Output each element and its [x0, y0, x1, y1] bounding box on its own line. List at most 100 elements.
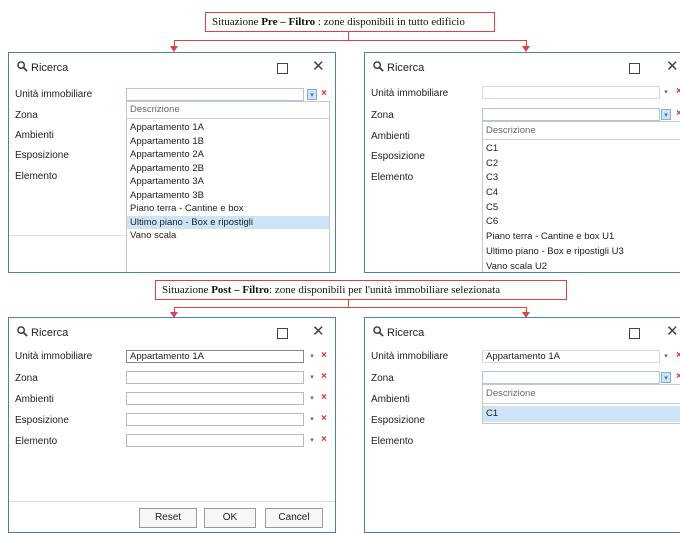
- search-icon: [17, 326, 28, 337]
- field-label-ambienti: Ambienti: [15, 130, 54, 141]
- list-item[interactable]: Appartamento 3A: [127, 175, 329, 189]
- field-label-ambienti: Ambienti: [15, 394, 54, 405]
- close-button[interactable]: ✕: [666, 58, 679, 76]
- field-label-esposizione: Esposizione: [371, 151, 425, 162]
- clear-icon[interactable]: ×: [321, 434, 327, 446]
- field-label-elemento: Elemento: [371, 172, 414, 183]
- field-label-esposizione: Esposizione: [15, 150, 69, 161]
- chevron-down-icon[interactable]: ▾: [661, 87, 671, 98]
- clear-icon[interactable]: ×: [676, 350, 680, 362]
- list-item[interactable]: Appartamento 3B: [127, 189, 329, 203]
- list-item[interactable]: Vano scala: [127, 229, 329, 243]
- caption-bold: Post – Filtro: [211, 284, 270, 296]
- caption-suffix: : zone disponibili in tutto edificio: [315, 16, 465, 28]
- clear-icon[interactable]: ×: [321, 88, 327, 100]
- list-item[interactable]: C6: [483, 215, 680, 230]
- dialog-title: Ricerca: [387, 62, 425, 74]
- dialog-title: Ricerca: [31, 62, 69, 74]
- maximize-button[interactable]: [629, 328, 640, 339]
- field-label-elemento: Elemento: [15, 171, 58, 182]
- zona-dropdown-list: Descrizione C1 C2 C3 C4 C5 C6 Piano terr…: [482, 121, 680, 273]
- chevron-down-icon[interactable]: ▾: [307, 393, 317, 404]
- ok-button[interactable]: OK: [204, 508, 256, 528]
- clear-icon[interactable]: ×: [321, 371, 327, 383]
- field-label-unita: Unità immobiliare: [371, 351, 449, 362]
- reset-button[interactable]: Reset: [139, 508, 197, 528]
- list-item[interactable]: Piano terra - Cantine e box U1: [483, 230, 680, 245]
- list-item-selected[interactable]: Ultimo piano - Box e ripostigli: [127, 215, 329, 229]
- field-label-elemento: Elemento: [371, 436, 414, 447]
- connector-line: [348, 32, 349, 40]
- maximize-button[interactable]: [277, 63, 288, 74]
- unita-combo[interactable]: [126, 88, 304, 101]
- field-label-zona: Zona: [371, 373, 394, 384]
- field-label-unita: Unità immobiliare: [371, 88, 449, 99]
- cancel-button[interactable]: Cancel: [265, 508, 323, 528]
- list-items: C1 C2 C3 C4 C5 C6 Piano terra - Cantine …: [483, 140, 680, 273]
- title-bar: Ricerca ✕: [9, 53, 335, 83]
- clear-icon[interactable]: ×: [321, 350, 327, 362]
- chevron-down-icon[interactable]: ▾: [661, 372, 671, 383]
- chevron-down-icon[interactable]: ▾: [307, 89, 317, 100]
- title-bar: Ricerca ✕: [365, 53, 680, 83]
- close-button[interactable]: ✕: [666, 323, 679, 341]
- zona-combo[interactable]: [482, 371, 660, 384]
- clear-icon[interactable]: ×: [676, 371, 680, 383]
- list-item[interactable]: Appartamento 2B: [127, 162, 329, 176]
- list-item[interactable]: Ultimo piano - Box e ripostigli U3: [483, 245, 680, 260]
- list-item[interactable]: Vano scala U2: [483, 260, 680, 273]
- field-label-unita: Unità immobiliare: [15, 351, 93, 362]
- elemento-combo[interactable]: [126, 434, 304, 447]
- clear-icon[interactable]: ×: [676, 86, 680, 98]
- post-filter-caption: Situazione Post – Filtro: zone disponibi…: [155, 280, 567, 300]
- field-label-ambienti: Ambienti: [371, 131, 410, 142]
- unita-combo[interactable]: Appartamento 1A: [482, 350, 660, 363]
- caption-bold: Pre – Filtro: [261, 16, 316, 28]
- ambienti-combo[interactable]: [126, 392, 304, 405]
- footer-divider: [9, 501, 335, 502]
- caption-suffix: : zone disponibili per l'unità immobilia…: [269, 284, 501, 296]
- list-item[interactable]: Appartamento 1A: [127, 121, 329, 135]
- zona-combo[interactable]: [482, 108, 660, 121]
- field-label-zona: Zona: [15, 110, 38, 121]
- list-item[interactable]: C5: [483, 201, 680, 216]
- chevron-down-icon[interactable]: ▾: [307, 414, 317, 425]
- chevron-down-icon[interactable]: ▾: [661, 109, 671, 120]
- maximize-button[interactable]: [277, 328, 288, 339]
- close-button[interactable]: ✕: [312, 323, 325, 341]
- chevron-down-icon[interactable]: ▾: [307, 351, 317, 362]
- unita-combo[interactable]: [482, 86, 660, 99]
- search-icon: [17, 61, 28, 72]
- caption-prefix: Situazione: [212, 16, 262, 28]
- list-item[interactable]: C2: [483, 157, 680, 172]
- list-item-selected[interactable]: C1: [483, 406, 680, 422]
- list-item[interactable]: Piano terra - Cantine e box: [127, 202, 329, 216]
- list-item[interactable]: Appartamento 2A: [127, 148, 329, 162]
- list-item[interactable]: C3: [483, 171, 680, 186]
- footer-divider: [9, 235, 126, 236]
- chevron-down-icon[interactable]: ▾: [661, 351, 671, 362]
- field-label-unita: Unità immobiliare: [15, 89, 93, 100]
- esposizione-combo[interactable]: [126, 413, 304, 426]
- search-dialog-pre-unita: Ricerca ✕ Unità immobiliare Zona Ambient…: [8, 52, 336, 273]
- chevron-down-icon[interactable]: ▾: [307, 435, 317, 446]
- unita-combo[interactable]: Appartamento 1A: [126, 350, 304, 363]
- list-item[interactable]: C1: [483, 142, 680, 157]
- search-icon: [373, 61, 384, 72]
- close-button[interactable]: ✕: [312, 58, 325, 76]
- search-dialog-pre-zona: Ricerca ✕ Unità immobiliare Zona Ambient…: [364, 52, 680, 273]
- field-label-esposizione: Esposizione: [15, 415, 69, 426]
- connector-line: [174, 307, 526, 308]
- chevron-down-icon[interactable]: ▾: [307, 372, 317, 383]
- list-header: Descrizione: [483, 122, 680, 140]
- maximize-button[interactable]: [629, 63, 640, 74]
- connector-line: [348, 300, 349, 307]
- clear-icon[interactable]: ×: [676, 108, 680, 120]
- list-item[interactable]: C4: [483, 186, 680, 201]
- clear-icon[interactable]: ×: [321, 413, 327, 425]
- list-header: Descrizione: [483, 385, 680, 404]
- title-bar: Ricerca ✕: [9, 318, 335, 348]
- list-item[interactable]: Appartamento 1B: [127, 135, 329, 149]
- clear-icon[interactable]: ×: [321, 392, 327, 404]
- zona-combo[interactable]: [126, 371, 304, 384]
